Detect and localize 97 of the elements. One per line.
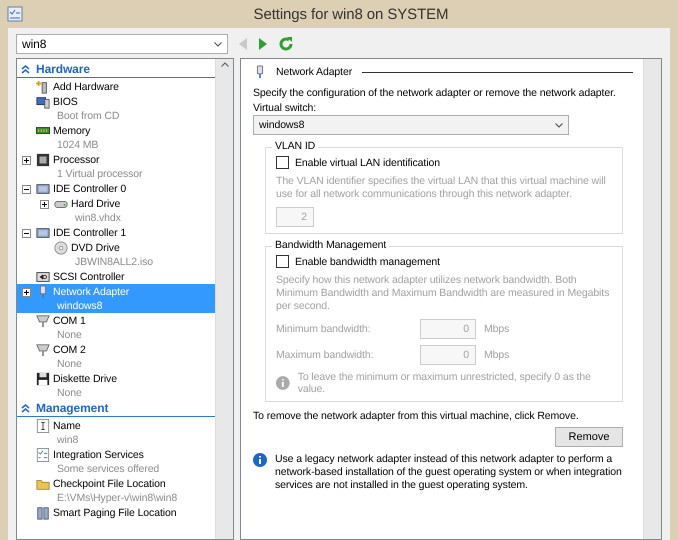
text-cursor-icon bbox=[36, 419, 50, 433]
item-detail: None bbox=[56, 386, 83, 400]
item-detail: windows8 bbox=[56, 299, 104, 313]
paging-icon bbox=[36, 506, 50, 520]
note-text: To leave the minimum or maximum unrestricted, specify 0 as the value. bbox=[298, 371, 592, 395]
section-heading: Network Adapter bbox=[276, 66, 352, 78]
tree-item[interactable]: COM 1 None bbox=[17, 313, 215, 342]
forward-icon[interactable] bbox=[258, 37, 268, 51]
controller-icon bbox=[36, 226, 50, 240]
scsi-icon bbox=[36, 270, 50, 284]
section-header[interactable]: Management bbox=[17, 400, 215, 417]
item-name: Hard Drive bbox=[71, 197, 121, 211]
item-name: Name bbox=[53, 419, 81, 433]
item-name: Integration Services bbox=[53, 448, 145, 462]
item-detail: Boot from CD bbox=[56, 109, 120, 123]
settings-window-icon bbox=[6, 5, 24, 23]
help-text: Specify how this network adapter utilizes network bandwidth. Both Minimum Bandwidth and Maximum Bandwidth are measured in Megabits per second. bbox=[276, 274, 610, 313]
item-name: COM 1 bbox=[53, 314, 86, 328]
unit-label: Mbps bbox=[484, 323, 510, 335]
tree-item[interactable]: SCSI Controller bbox=[17, 269, 215, 284]
section-header[interactable]: Hardware bbox=[17, 61, 215, 78]
item-name: Memory bbox=[53, 124, 92, 138]
refresh-icon[interactable] bbox=[278, 36, 294, 52]
item-name: Checkpoint File Location bbox=[53, 477, 167, 491]
item-name: Smart Paging File Location bbox=[53, 506, 176, 520]
checkbox-label: Enable bandwidth management bbox=[295, 256, 440, 268]
vm-dropdown[interactable]: win8 bbox=[16, 34, 228, 54]
tree-item[interactable]: Diskette Drive None bbox=[17, 371, 215, 400]
item-name: DVD Drive bbox=[71, 241, 121, 255]
item-detail: 1 Virtual processor bbox=[56, 167, 142, 181]
scroll-up-icon[interactable] bbox=[220, 62, 228, 67]
tree-item[interactable]: Add Hardware bbox=[17, 79, 215, 94]
field-label: Virtual switch: bbox=[253, 102, 318, 114]
info-icon bbox=[253, 453, 267, 467]
item-name: SCSI Controller bbox=[53, 270, 124, 284]
hardware-add-icon bbox=[36, 80, 50, 94]
tree-item[interactable]: IDE Controller 0 bbox=[17, 181, 215, 196]
caret-icon bbox=[555, 122, 563, 128]
item-name: Processor bbox=[53, 153, 100, 167]
serial-port-icon bbox=[36, 314, 50, 328]
tree-item[interactable]: BIOS Boot from CD bbox=[17, 94, 215, 123]
serial-port-icon bbox=[36, 343, 50, 357]
tree-item[interactable]: Memory 1024 MB bbox=[17, 123, 215, 152]
item-detail: JBWIN8ALL2.iso bbox=[74, 255, 153, 269]
expand-icon[interactable] bbox=[22, 156, 31, 165]
item-name: Network Adapter bbox=[53, 285, 130, 299]
item-detail: 1024 MB bbox=[56, 138, 98, 152]
item-name: Diskette Drive bbox=[53, 372, 117, 386]
help-text: The VLAN identifier specifies the virtual LAN that this virtual machine will use for all network communications through this network adapter. bbox=[276, 175, 607, 201]
field-label: Maximum bandwidth: bbox=[276, 349, 374, 361]
controller-icon bbox=[36, 182, 50, 196]
collapse-chevron-icon bbox=[21, 64, 30, 74]
info-icon bbox=[276, 376, 290, 390]
group-title: VLAN ID bbox=[272, 140, 318, 152]
item-detail: win8.vhdx bbox=[74, 211, 121, 225]
item-name: BIOS bbox=[53, 95, 79, 109]
tree-item[interactable]: Hard Drive win8.vhdx bbox=[17, 196, 215, 225]
processor-icon bbox=[36, 153, 50, 167]
description-text: Specify the configuration of the network adapter or remove the network adapter. bbox=[253, 87, 617, 99]
computer-icon bbox=[36, 95, 50, 109]
group-title: Bandwidth Management bbox=[272, 239, 390, 251]
folder-icon bbox=[36, 477, 50, 491]
collapse-icon[interactable] bbox=[22, 229, 31, 238]
item-detail: E:\VMs\Hyper-v\win8\win8 bbox=[56, 491, 178, 505]
remove-button[interactable]: Remove bbox=[555, 427, 623, 447]
remove-instruction: To remove the network adapter from this virtual machine, click Remove. bbox=[253, 410, 580, 422]
scrollbar[interactable] bbox=[643, 59, 661, 539]
info-text: Use a legacy network adapter instead of this network adapter to perform a network-based installation of the guest operating system or when integration services are not installed in the guest operating system. bbox=[275, 453, 623, 492]
tree-item[interactable]: COM 2 None bbox=[17, 342, 215, 371]
disc-icon bbox=[54, 241, 68, 255]
collapse-icon[interactable] bbox=[22, 185, 31, 194]
item-name: Add Hardware bbox=[53, 80, 119, 94]
collapse-chevron-icon bbox=[21, 404, 30, 412]
item-detail: win8 bbox=[56, 433, 80, 447]
tree-item[interactable]: Checkpoint File Location E:\VMs\Hyper-v\win8\win8 bbox=[17, 476, 215, 505]
caret-icon bbox=[214, 42, 222, 46]
checklist-icon bbox=[36, 448, 50, 462]
tree-item[interactable]: Name win8 bbox=[17, 418, 215, 447]
tree-item[interactable]: IDE Controller 1 bbox=[17, 225, 215, 240]
item-detail: None bbox=[56, 328, 83, 342]
virtual-switch-dropdown[interactable]: windows8 bbox=[253, 115, 569, 135]
unit-label: Mbps bbox=[484, 349, 510, 361]
tree-item[interactable]: Smart Paging File Location bbox=[17, 505, 215, 520]
item-name: IDE Controller 1 bbox=[53, 226, 126, 240]
item-detail: Some services offered bbox=[56, 462, 160, 476]
field-label: Minimum bandwidth: bbox=[276, 323, 372, 335]
tree-item[interactable]: Processor 1 Virtual processor bbox=[17, 152, 215, 181]
item-name: IDE Controller 0 bbox=[53, 182, 126, 196]
item-name: COM 2 bbox=[53, 343, 86, 357]
tree-item[interactable]: Integration Services Some services offered bbox=[17, 447, 215, 476]
scrollbar[interactable] bbox=[215, 59, 233, 539]
window-title: Settings for win8 on SYSTEM bbox=[252, 6, 450, 22]
tree-item[interactable]: DVD Drive JBWIN8ALL2.iso bbox=[17, 240, 215, 269]
expand-icon[interactable] bbox=[22, 288, 31, 297]
checkbox-label: Enable virtual LAN identification bbox=[295, 156, 440, 168]
item-detail: None bbox=[56, 357, 83, 371]
expand-icon[interactable] bbox=[40, 200, 49, 209]
